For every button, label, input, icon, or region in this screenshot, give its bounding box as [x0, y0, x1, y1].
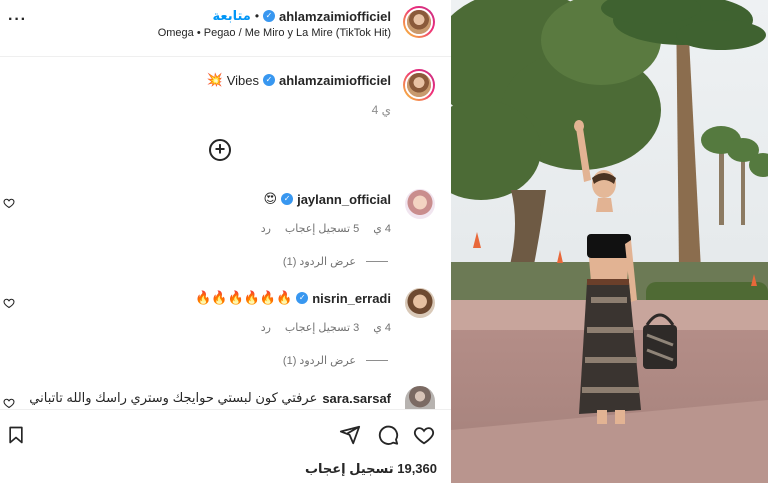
comment-like-heart-icon[interactable]	[3, 297, 15, 309]
comment-like-heart-icon[interactable]	[3, 197, 15, 209]
caption-time[interactable]: 4 ي	[372, 103, 391, 117]
post-panel: ··· متابعة • ✓ ahlamzaimiofficiel Omega …	[0, 0, 451, 483]
replies-divider	[366, 261, 388, 262]
comment-time[interactable]: 4 ي	[373, 222, 391, 235]
separator-dot: •	[254, 9, 260, 23]
comment-text: عرفتي كون لبستي حوايجك وستري راسك والله …	[29, 390, 318, 405]
post-header: ··· متابعة • ✓ ahlamzaimiofficiel Omega …	[0, 0, 451, 57]
post-photo	[451, 0, 768, 483]
comment-time[interactable]: 4 ي	[373, 321, 391, 334]
view-replies-label: عرض الردود (1)	[282, 355, 356, 367]
verified-badge-icon: ✓	[263, 10, 276, 22]
view-replies-button[interactable]: عرض الردود (1)	[283, 255, 388, 268]
comment-text: 😍	[263, 191, 278, 206]
verified-badge-icon: ✓	[296, 292, 309, 304]
header-user: متابعة • ✓ ahlamzaimiofficiel	[212, 7, 391, 25]
comment-line: 🔥🔥🔥🔥🔥🔥 ✓ nisrin_erradi	[195, 290, 391, 306]
comment-line: عرفتي كون لبستي حوايجك وستري راسك والله …	[29, 390, 391, 406]
commenter-avatar[interactable]	[405, 288, 435, 318]
heart-icon[interactable]	[413, 424, 435, 446]
view-replies-button[interactable]: عرض الردود (1)	[283, 354, 388, 367]
commenter-avatar[interactable]	[405, 386, 435, 409]
more-icon[interactable]: ···	[8, 12, 26, 32]
verified-badge-icon: ✓	[263, 74, 276, 86]
follow-button[interactable]: متابعة	[212, 8, 250, 24]
likes-count[interactable]: 19,360 تسجيل إعجاب	[305, 461, 437, 477]
comment-icon[interactable]	[377, 424, 399, 446]
post-actions: 19,360 تسجيل إعجاب	[0, 409, 451, 483]
comment-meta: 4 ي 5 تسجيل إعجاب رد	[261, 222, 391, 235]
comment-like-heart-icon[interactable]	[3, 397, 15, 409]
comment-username[interactable]: sara.sarsaf	[322, 391, 391, 406]
comment-likes[interactable]: 5 تسجيل إعجاب	[285, 222, 359, 235]
caption: 💥 Vibes ✓ ahlamzaimiofficiel	[207, 72, 391, 88]
reply-button[interactable]: رد	[261, 321, 271, 334]
header-username[interactable]: ahlamzaimiofficiel	[279, 9, 391, 24]
caption-username[interactable]: ahlamzaimiofficiel	[279, 73, 391, 88]
audio-track[interactable]: Omega • Pegao / Me Miro y La Mire (TikTo…	[158, 27, 391, 39]
view-replies-label: عرض الردود (1)	[282, 256, 356, 268]
caption-avatar[interactable]	[403, 69, 435, 101]
reply-button[interactable]: رد	[261, 222, 271, 235]
comment-likes[interactable]: 3 تسجيل إعجاب	[285, 321, 359, 334]
caption-text: Vibes	[226, 72, 260, 88]
comment-username[interactable]: nisrin_erradi	[312, 291, 391, 306]
verified-badge-icon: ✓	[281, 193, 294, 205]
add-circle-icon[interactable]: +	[209, 139, 231, 161]
comment-username[interactable]: jaylann_official	[297, 192, 391, 207]
author-avatar[interactable]	[403, 6, 435, 38]
comment-meta: 4 ي 3 تسجيل إعجاب رد	[261, 321, 391, 334]
commenter-avatar[interactable]	[405, 189, 435, 219]
post-image	[451, 0, 768, 483]
caption-emoji: 💥	[206, 72, 223, 87]
bookmark-icon[interactable]	[6, 425, 26, 445]
comment-line: 😍 ✓ jaylann_official	[264, 191, 391, 207]
comment-text: 🔥🔥🔥🔥🔥🔥	[195, 290, 293, 305]
replies-divider	[366, 360, 388, 361]
share-icon[interactable]	[339, 424, 361, 446]
